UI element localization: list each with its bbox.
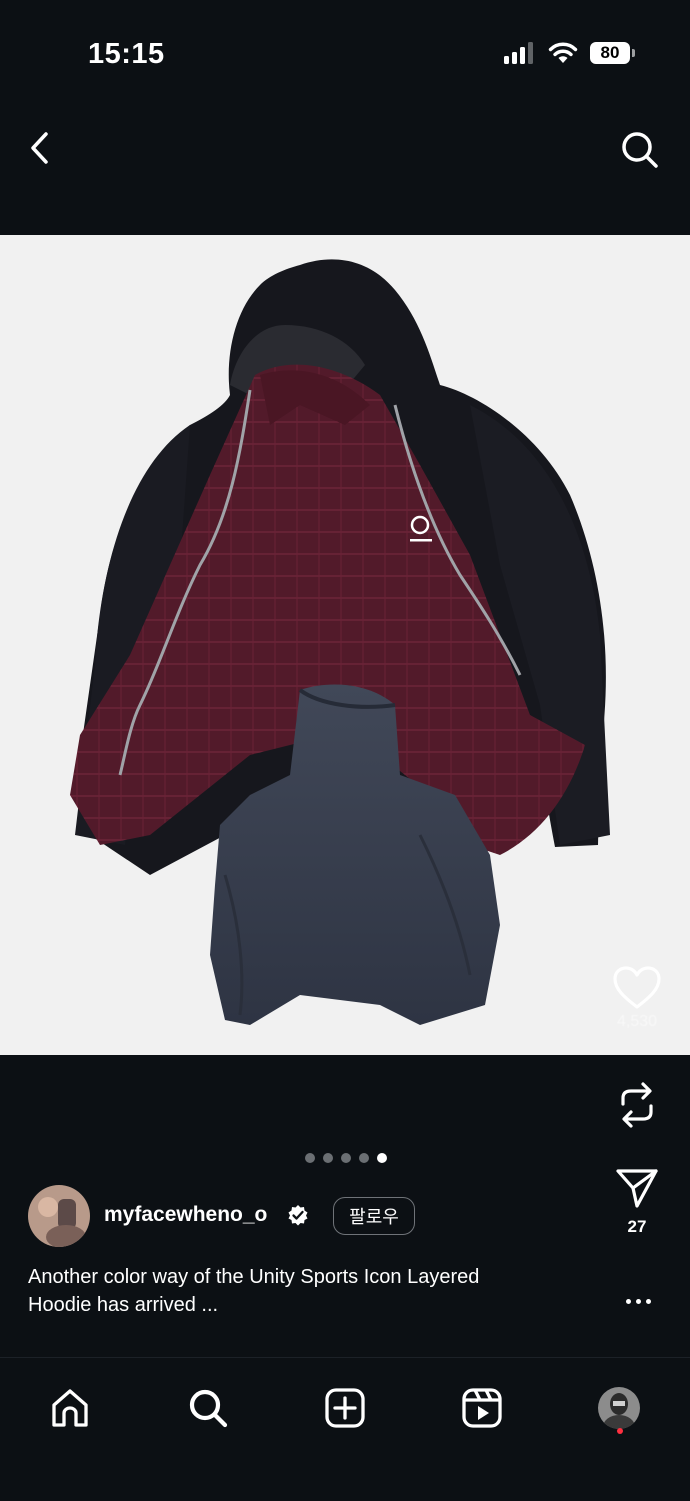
status-time: 15:15	[88, 38, 165, 70]
profile-avatar	[598, 1387, 640, 1429]
post-media-image[interactable]	[0, 235, 690, 1055]
carousel-dot	[359, 1153, 369, 1163]
carousel-dot-active	[377, 1153, 387, 1163]
battery-level: 80	[600, 43, 620, 62]
profile-avatar-image	[598, 1387, 640, 1429]
more-dot-icon	[625, 1298, 631, 1304]
more-options-button[interactable]	[618, 1284, 658, 1318]
verified-badge-icon	[288, 1205, 308, 1226]
author-avatar[interactable]	[28, 1185, 90, 1247]
search-button[interactable]	[616, 126, 664, 174]
caption-line: Another color way of the Unity Sports Ic…	[28, 1266, 480, 1288]
share-count: 27	[627, 1217, 647, 1236]
repost-button[interactable]	[610, 1080, 664, 1130]
caption-line: Hoodie has arrived ...	[28, 1294, 219, 1316]
follow-button[interactable]: 팔로우	[333, 1197, 415, 1235]
nav-reels[interactable]	[454, 1380, 510, 1436]
status-icons: 80	[504, 42, 635, 64]
back-button[interactable]	[18, 126, 62, 170]
more-dot-icon	[645, 1298, 651, 1304]
heart-icon	[613, 966, 661, 1009]
like-count: 4,530	[616, 1013, 658, 1030]
layered-hoodie-photo	[70, 259, 610, 1025]
bottom-navigation	[0, 1357, 690, 1501]
carousel-dot	[341, 1153, 351, 1163]
notification-dot	[617, 1428, 623, 1434]
author-username[interactable]: myfacewheno_o	[104, 1203, 267, 1227]
nav-search[interactable]	[180, 1380, 236, 1436]
send-icon	[616, 1169, 658, 1208]
more-dot-icon	[635, 1298, 641, 1304]
post-caption[interactable]: Another color way of the Unity Sports Ic…	[28, 1263, 588, 1319]
wifi-icon	[548, 42, 578, 63]
like-button[interactable]: 4,530	[604, 965, 670, 1031]
share-button[interactable]: 27	[606, 1167, 668, 1237]
cellular-signal-icon	[504, 42, 533, 64]
avatar-image	[28, 1185, 90, 1247]
carousel-dot	[305, 1153, 315, 1163]
nav-create[interactable]	[317, 1380, 373, 1436]
chevron-left-icon	[31, 132, 48, 164]
search-icon	[622, 132, 658, 168]
status-bar: 15:15 80	[0, 0, 690, 110]
nav-header	[0, 110, 690, 235]
battery-icon: 80	[590, 42, 635, 64]
carousel-indicator	[305, 1153, 387, 1163]
home-icon	[52, 1389, 88, 1427]
create-icon	[325, 1388, 365, 1428]
reels-icon	[462, 1388, 502, 1428]
repost-icon	[621, 1082, 653, 1128]
carousel-dot	[323, 1153, 333, 1163]
nav-home[interactable]	[42, 1380, 98, 1436]
search-icon	[189, 1389, 228, 1428]
